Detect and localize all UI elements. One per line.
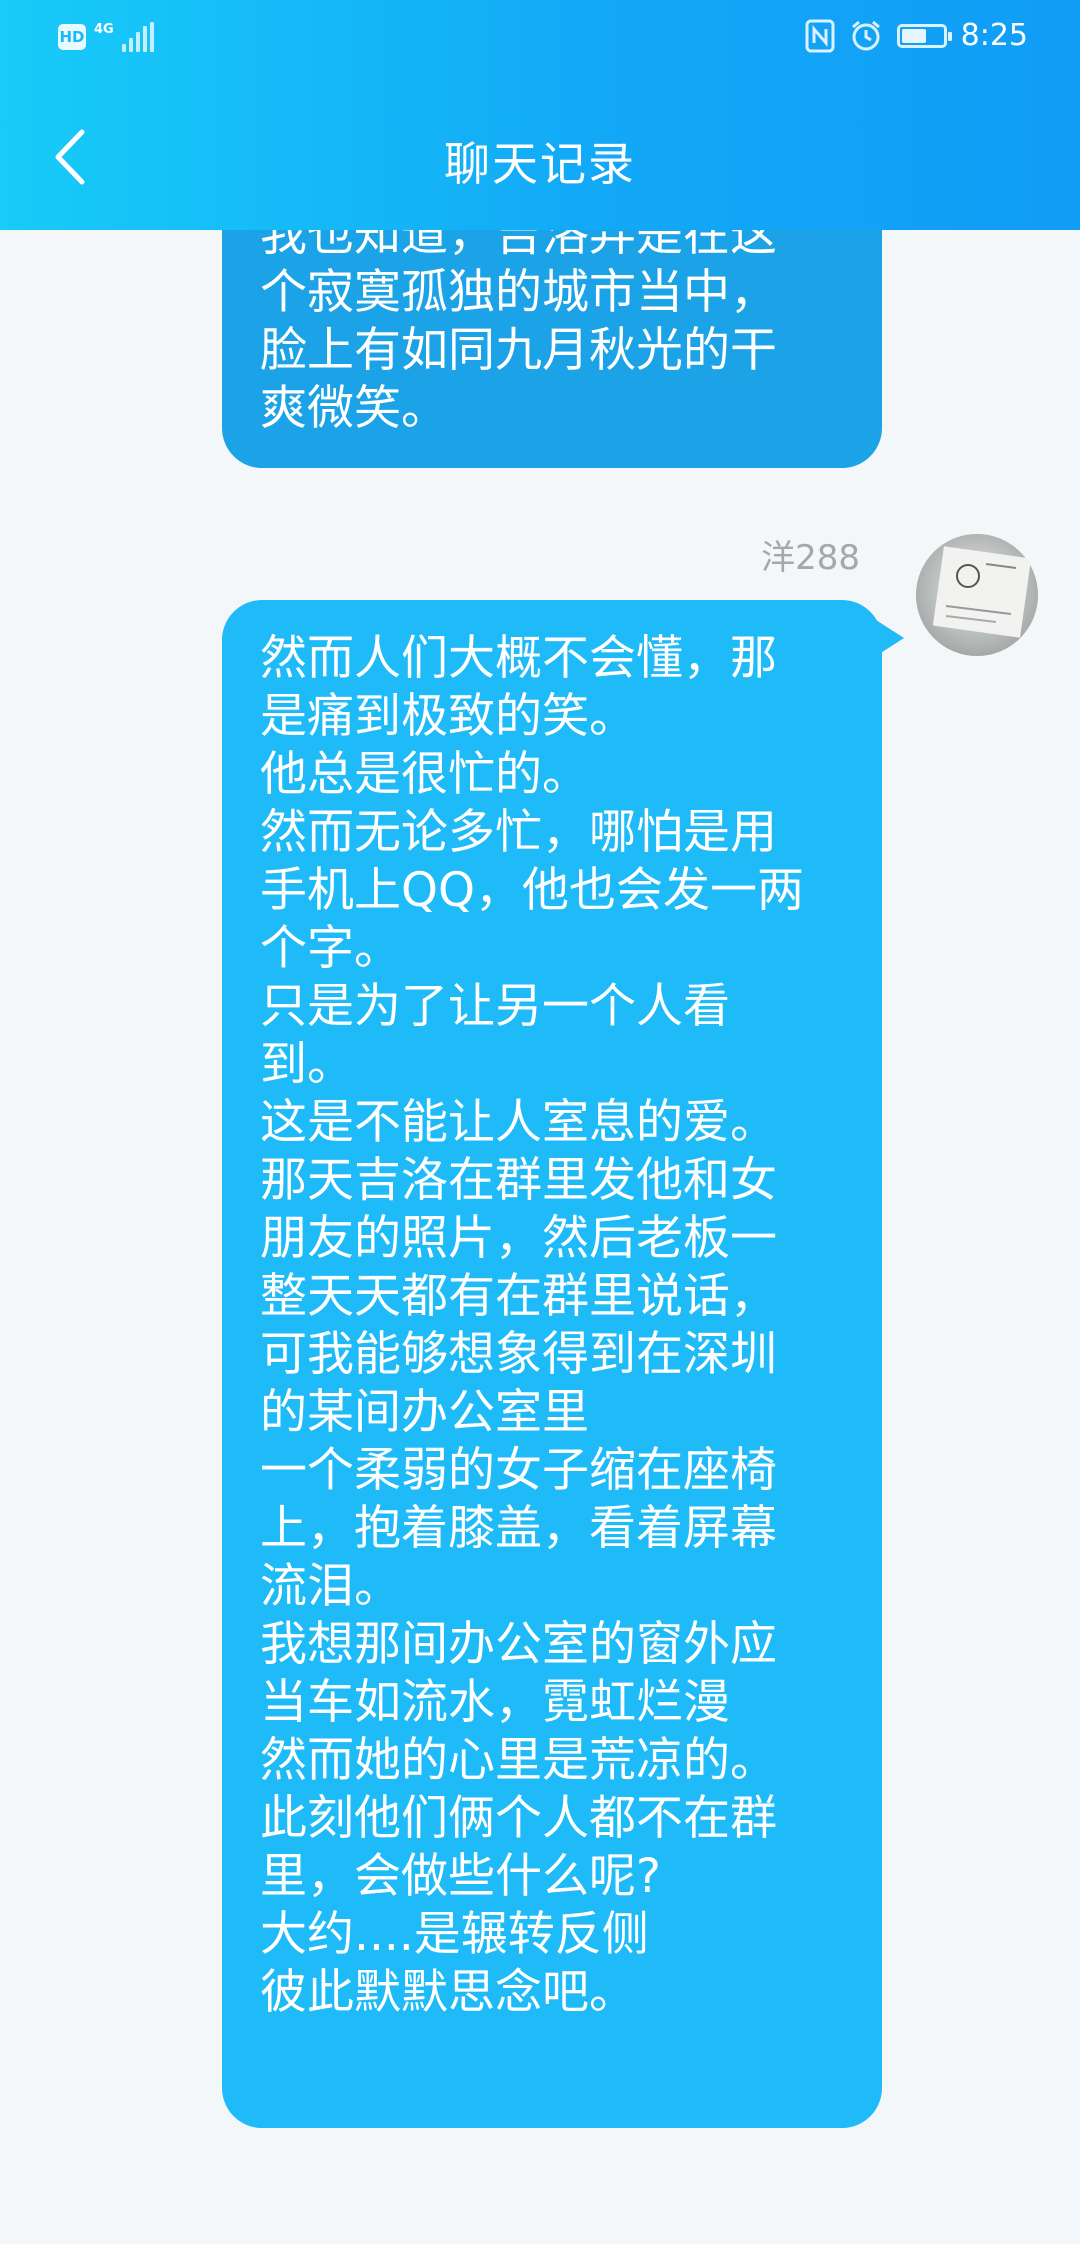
hd-badge: HD	[58, 24, 86, 50]
bubble-tail	[876, 620, 904, 656]
battery-icon	[896, 23, 952, 48]
app-header: HD 4G 8:25 聊天记录	[0, 0, 1080, 230]
battery-level	[901, 28, 926, 43]
avatar[interactable]	[916, 534, 1038, 656]
alarm-icon	[851, 20, 880, 50]
page-title: 聊天记录	[444, 137, 636, 191]
signal-icon	[121, 22, 154, 52]
message-bubble-previous[interactable]: 我也知道，吉洛弄是在这 个寂寞孤独的城市当中， 脸上有如同九月秋光的干 爽微笑。	[222, 190, 882, 468]
status-bar: HD 4G 8:25	[0, 0, 1080, 80]
status-time: 8:25	[960, 18, 1028, 53]
message-bubble[interactable]: 然而人们大概不会懂，那 是痛到极致的笑。 他总是很忙的。 然而无论多忙，哪怕是用…	[222, 600, 882, 2128]
avatar-image	[916, 534, 1038, 656]
status-right: 8:25	[805, 18, 1028, 53]
status-left: HD 4G	[58, 22, 154, 52]
nfc-icon	[805, 19, 835, 52]
nav-bar: 聊天记录	[0, 110, 1080, 210]
network-type: 4G	[94, 21, 114, 37]
chat-area: 我也知道，吉洛弄是在这 个寂寞孤独的城市当中， 脸上有如同九月秋光的干 爽微笑。…	[0, 0, 1080, 2244]
sender-name: 洋288	[761, 538, 860, 578]
